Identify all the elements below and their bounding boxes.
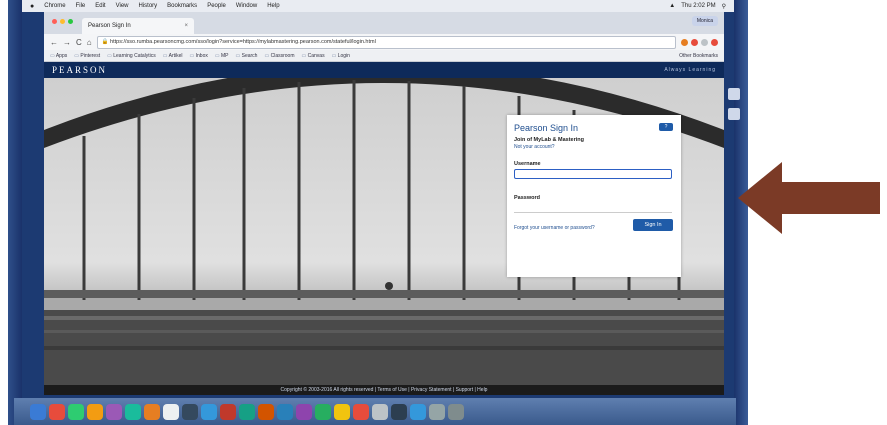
apple-icon[interactable]: ●	[30, 3, 34, 10]
dock-app-icon[interactable]	[353, 403, 369, 420]
other-bookmarks[interactable]: Other Bookmarks	[679, 53, 718, 59]
bookmark-item[interactable]: MP	[215, 53, 229, 59]
dock-app-icon[interactable]	[163, 403, 179, 420]
extension-icon[interactable]	[691, 38, 698, 46]
finder-icon[interactable]	[30, 403, 46, 420]
mac-menubar: ● Chrome File Edit View History Bookmark…	[22, 0, 734, 12]
login-card: Pearson Sign In ? Join of MyLab & Master…	[507, 115, 681, 277]
extension-icon[interactable]	[701, 38, 708, 46]
dock-app-icon[interactable]	[296, 403, 312, 420]
bookmark-item[interactable]: Apps	[50, 53, 67, 59]
dock-app-icon[interactable]	[49, 403, 65, 420]
menu-bookmarks[interactable]: Bookmarks	[167, 3, 197, 9]
dock-app-icon[interactable]	[125, 403, 141, 420]
back-icon[interactable]: ←	[50, 38, 58, 47]
menu-view[interactable]: View	[116, 3, 129, 9]
password-field[interactable]	[514, 203, 672, 213]
site-footer: Copyright © 2003-2016 All rights reserve…	[44, 385, 724, 395]
desktop-icons	[728, 88, 742, 128]
profile-button[interactable]: Monica	[691, 16, 718, 26]
always-learning-link[interactable]: Always Learning	[664, 67, 716, 73]
reload-icon[interactable]: C	[76, 38, 82, 47]
tab-pearson-sign-in[interactable]: Pearson Sign In ×	[82, 18, 194, 34]
menu-window[interactable]: Window	[236, 3, 257, 9]
forward-icon[interactable]: →	[63, 38, 71, 47]
menu-help[interactable]: Help	[267, 3, 279, 9]
url-text: https://sso.rumba.pearsoncmg.com/sso/log…	[110, 39, 376, 45]
login-subtitle: Join of MyLab & Mastering	[514, 137, 584, 143]
dock-app-icon[interactable]	[334, 403, 350, 420]
bookmark-item[interactable]: Learning Catalytics	[107, 53, 156, 59]
browser-window: Pearson Sign In × Monica ← → C ⌂ 🔒 https…	[44, 12, 724, 78]
bookmark-item[interactable]: Search	[236, 53, 258, 59]
dock-app-icon[interactable]	[315, 403, 331, 420]
dock-app-icon[interactable]	[258, 403, 274, 420]
desktop-file-icon[interactable]	[728, 108, 740, 120]
dock-app-icon[interactable]	[410, 403, 426, 420]
menu-history[interactable]: History	[139, 3, 158, 9]
dock-app-icon[interactable]	[144, 403, 160, 420]
menu-edit[interactable]: Edit	[95, 3, 105, 9]
help-icon[interactable]: ?	[659, 123, 673, 131]
username-field[interactable]	[514, 169, 672, 179]
tab-title: Pearson Sign In	[88, 23, 131, 29]
username-label: Username	[514, 161, 541, 167]
dock-app-icon[interactable]	[277, 403, 293, 420]
forgot-credentials-link[interactable]: Forgot your username or password?	[514, 225, 595, 231]
address-bar[interactable]: 🔒 https://sso.rumba.pearsoncmg.com/sso/l…	[96, 35, 676, 49]
dock-app-icon[interactable]	[220, 403, 236, 420]
footer-text: Copyright © 2003-2016 All rights reserve…	[280, 387, 488, 393]
bookmark-item[interactable]: Artikel	[163, 53, 183, 59]
menu-file[interactable]: File	[76, 3, 86, 9]
clock-status[interactable]: Thu 2:02 PM	[681, 3, 715, 10]
password-label: Password	[514, 195, 540, 201]
dock-app-icon[interactable]	[68, 403, 84, 420]
tab-close-icon[interactable]: ×	[184, 23, 188, 29]
wifi-icon[interactable]: ▲	[669, 3, 675, 10]
menu-chrome[interactable]: Chrome	[44, 3, 65, 9]
home-icon[interactable]: ⌂	[87, 38, 92, 47]
mac-dock	[14, 398, 736, 425]
login-title: Pearson Sign In	[514, 123, 579, 133]
dock-app-icon[interactable]	[106, 403, 122, 420]
bookmark-item[interactable]: Classroom	[264, 53, 295, 59]
dock-app-icon[interactable]	[372, 403, 388, 420]
desktop-file-icon[interactable]	[728, 88, 740, 100]
extension-icon[interactable]	[711, 38, 718, 46]
dock-app-icon[interactable]	[391, 403, 407, 420]
dock-app-icon[interactable]	[87, 403, 103, 420]
dock-app-icon[interactable]	[182, 403, 198, 420]
annotation-arrow-icon	[738, 162, 880, 234]
minimize-window-button[interactable]	[60, 19, 65, 24]
bookmarks-bar: Apps Pinterest Learning Catalytics Artik…	[44, 50, 724, 62]
dock-app-icon[interactable]	[201, 403, 217, 420]
dock-app-icon[interactable]	[429, 403, 445, 420]
dock-app-icon[interactable]	[239, 403, 255, 420]
extension-icons	[681, 38, 718, 46]
window-controls	[52, 19, 73, 24]
bookmark-item[interactable]: Pinterest	[74, 53, 100, 59]
extension-icon[interactable]	[681, 38, 688, 46]
browser-toolbar: ← → C ⌂ 🔒 https://sso.rumba.pearsoncmg.c…	[44, 34, 724, 50]
pearson-logo[interactable]: PEARSON	[52, 65, 107, 75]
not-your-account-link[interactable]: Not your account?	[514, 144, 555, 150]
trash-icon[interactable]	[448, 403, 464, 420]
close-window-button[interactable]	[52, 19, 57, 24]
menu-people[interactable]: People	[207, 3, 226, 9]
bookmark-item[interactable]: Canvas	[302, 53, 325, 59]
monitor-bezel-left	[8, 0, 22, 425]
spotlight-icon[interactable]: ⚲	[722, 3, 726, 10]
sign-in-button[interactable]: Sign In	[633, 219, 673, 231]
bookmark-item[interactable]: Inbox	[190, 53, 208, 59]
hero-background: Pearson Sign In ? Join of MyLab & Master…	[44, 78, 724, 385]
zoom-window-button[interactable]	[68, 19, 73, 24]
site-header: PEARSON Always Learning	[44, 62, 724, 78]
bookmark-item[interactable]: Login	[332, 53, 350, 59]
lock-icon: 🔒	[101, 39, 111, 45]
tab-strip: Pearson Sign In × Monica	[44, 12, 724, 34]
